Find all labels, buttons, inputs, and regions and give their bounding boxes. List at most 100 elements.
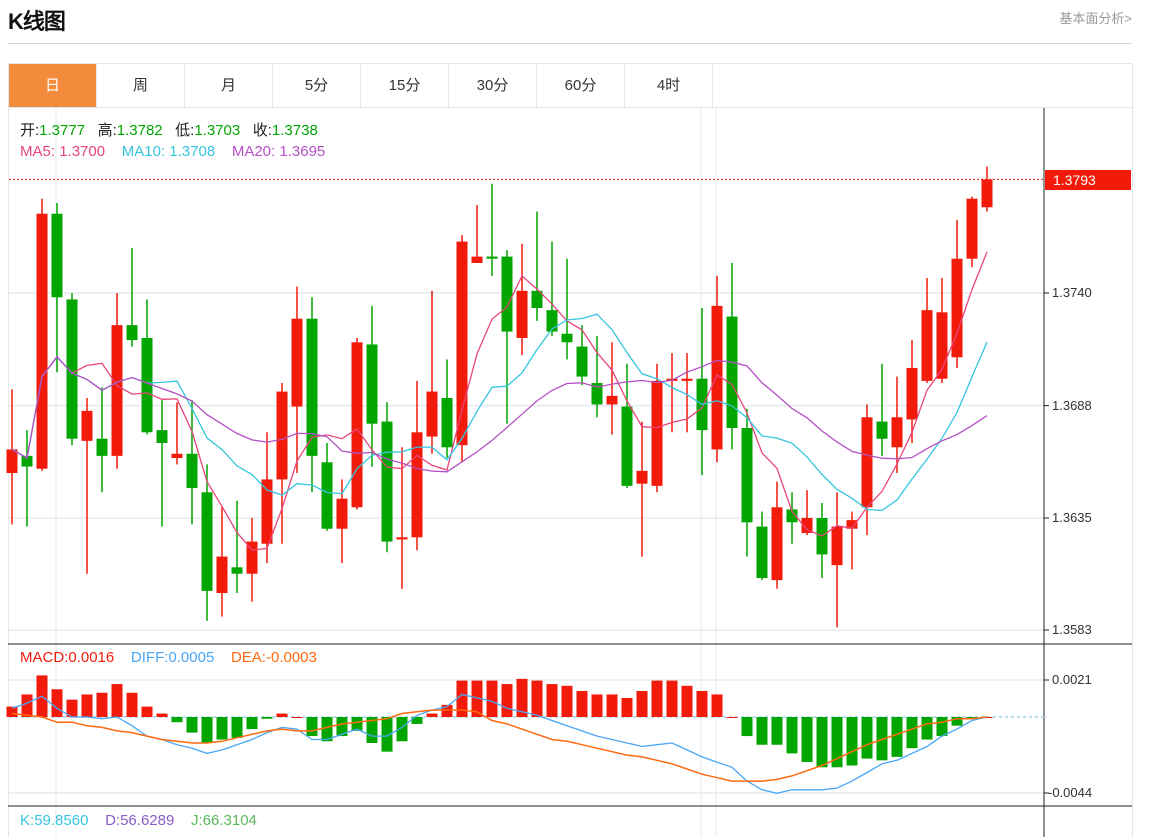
macd-bar [711,694,723,717]
macd-bar [216,717,228,740]
macd-bar [726,717,738,718]
macd-bar [531,680,543,717]
macd-bar [456,680,468,717]
ma5-value: 1.3700 [59,143,106,160]
candle-body [276,391,288,480]
macd-bar [81,694,93,717]
candle-body [606,395,618,405]
macd-bar [816,717,828,768]
candle-body [111,325,123,456]
candle-body [126,325,138,341]
macd-bar [921,717,933,740]
candle-body [396,537,408,540]
candle-body [51,213,63,298]
close-value: 1.3738 [271,122,318,139]
candle-body [201,492,213,591]
candle-body [906,368,918,420]
candle-body [366,344,378,424]
macd-bar [906,717,918,749]
dea-value: -0.0003 [265,649,317,666]
macd-bar [201,717,213,743]
candle-body [651,380,663,486]
macd-bar [486,680,498,717]
macd-value: 0.0016 [68,649,115,666]
candle-body [81,410,93,441]
macd-bar [21,694,33,717]
candle-body [156,430,168,444]
macd-bar [651,680,663,717]
candle-body [321,462,333,529]
low-value: 1.3703 [194,122,241,139]
candle-body [756,526,768,579]
macd-bar [111,684,123,717]
macd-bar [141,706,153,717]
macd-bar [231,717,243,738]
macd-bar [636,691,648,717]
price-tick-label: 1.3635 [1052,510,1092,525]
candle-body [456,241,468,446]
candle-body [471,256,483,263]
macd-bar [576,691,588,717]
macd-bar [51,689,63,717]
kdj-legend: K:59.8560 D:56.6289 J:66.3104 [20,812,257,829]
candle-body [486,256,498,259]
last-price-tag: 1.3793 [1045,170,1131,190]
candle-body [441,398,453,448]
macd-bar [291,717,303,718]
candle-body [636,470,648,484]
candle-body [576,346,588,377]
candle-body [681,378,693,381]
macd-bar [786,717,798,754]
j-label: J: [191,812,203,829]
d-label: D: [105,812,121,829]
dea-label: DEA: [230,649,266,666]
candle-body [831,526,843,566]
candle-body [561,333,573,343]
macd-bar [621,697,633,717]
price-tick-label: 1.3583 [1052,622,1092,637]
candle-body [336,498,348,529]
candle-body [621,406,633,486]
macd-bar [861,717,873,759]
ma-legend: MA5: 1.3700 MA10: 1.3708 MA20: 1.3695 [20,143,325,160]
candle-body [771,507,783,581]
ma20-value: 1.3695 [279,143,326,160]
macd-legend: MACD:0.0016 DIFF:0.0005 DEA:-0.0003 [20,649,317,666]
macd-bar [756,717,768,745]
ma10-value: 1.3708 [169,143,216,160]
candle-body [726,316,738,429]
macd-bar [546,684,558,717]
candle-body [351,342,363,508]
macd-bar [891,717,903,757]
price-tick-label: 1.3740 [1052,285,1092,300]
low-label: 低: [175,122,195,139]
candle-body [921,310,933,381]
candle-body [381,421,393,542]
macd-bar [246,717,258,730]
candle-body [891,417,903,448]
candle-body [171,453,183,459]
macd-bar [936,717,948,737]
macd-bar [801,717,813,763]
macd-bar [681,685,693,717]
macd-bar [276,713,288,717]
d-value: 56.6289 [120,812,175,829]
macd-bar [156,713,168,717]
ma5-line [11,251,988,551]
candle-body [36,213,48,469]
macd-bar [561,685,573,717]
macd-bar [846,717,858,766]
open-label: 开: [20,122,40,139]
ma5-label: MA5: [20,143,56,160]
high-value: 1.3782 [116,122,163,139]
ohlc-legend: 开:1.3777 高:1.3782 低:1.3703 收:1.3738 [20,119,318,140]
candle-body [96,438,108,456]
candle-body [141,338,153,433]
k-label: K: [20,812,35,829]
ma10-label: MA10: [121,143,166,160]
diff-label: DIFF: [130,649,169,666]
candle-body [966,198,978,259]
macd-bar [741,717,753,737]
macd-bar [771,717,783,745]
diff-value: 0.0005 [168,649,215,666]
